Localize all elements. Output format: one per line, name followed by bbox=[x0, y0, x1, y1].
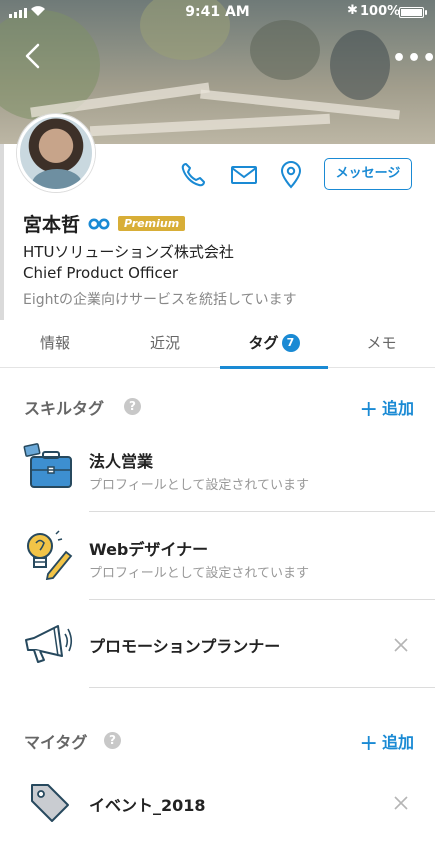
chevron-left-icon[interactable] bbox=[22, 42, 44, 70]
status-bar: 9:41 AM ✱ 100% bbox=[0, 0, 435, 24]
bluetooth-icon: ✱ bbox=[347, 3, 358, 18]
name-row: 宮本哲 Premium bbox=[23, 210, 186, 237]
add-skill-tag-label: 追加 bbox=[381, 399, 414, 418]
help-icon[interactable]: ? bbox=[104, 732, 121, 749]
tab-updates[interactable]: 近況 bbox=[110, 320, 220, 368]
avatar[interactable] bbox=[17, 114, 95, 192]
divider bbox=[89, 511, 435, 512]
message-button[interactable]: メッセージ bbox=[324, 158, 412, 190]
tab-tags-label: タグ bbox=[248, 334, 279, 352]
plus-icon: + bbox=[359, 397, 378, 422]
divider bbox=[89, 599, 435, 600]
profile-title: Chief Product Officer bbox=[23, 264, 179, 282]
phone-icon[interactable] bbox=[178, 160, 208, 190]
lightbulb-pencil-icon bbox=[27, 530, 73, 580]
skill-tags-title: スキルタグ bbox=[24, 399, 105, 418]
battery-percent: 100% bbox=[360, 4, 401, 19]
profile-bio: Eightの企業向けサービスを統括しています bbox=[23, 292, 297, 308]
add-my-tag-button[interactable]: + 追加 bbox=[360, 729, 414, 756]
remove-icon[interactable] bbox=[392, 636, 410, 654]
skill-tag-sub: プロフィールとして設定されています bbox=[89, 566, 309, 581]
skill-tags-header: スキルタグ ? + 追加 bbox=[24, 395, 414, 422]
add-my-tag-label: 追加 bbox=[381, 733, 414, 752]
megaphone-icon bbox=[25, 625, 73, 663]
tag-icon bbox=[31, 784, 69, 822]
tab-bar: 情報 近況 タグ 7 メモ bbox=[0, 320, 435, 369]
help-icon[interactable]: ? bbox=[124, 398, 141, 415]
tab-tags[interactable]: タグ 7 bbox=[220, 320, 328, 369]
battery-icon bbox=[399, 7, 424, 18]
more-options-button[interactable]: ••• bbox=[392, 46, 435, 71]
profile-accent-bar bbox=[0, 144, 4, 320]
my-tags-header: マイタグ ? + 追加 bbox=[24, 729, 414, 756]
tab-memo-label: メモ bbox=[366, 334, 397, 352]
plus-icon: + bbox=[359, 731, 378, 756]
eight-link-icon bbox=[88, 218, 110, 229]
remove-icon[interactable] bbox=[392, 794, 410, 812]
tab-memo[interactable]: メモ bbox=[328, 320, 435, 368]
tab-info-label: 情報 bbox=[39, 334, 70, 352]
skill-tag-name: プロモーションプランナー bbox=[89, 637, 281, 656]
tab-info[interactable]: 情報 bbox=[0, 320, 110, 368]
profile-name: 宮本哲 bbox=[23, 214, 81, 236]
profile-company: HTUソリューションズ株式会社 bbox=[23, 243, 234, 261]
skill-tag-sub: プロフィールとして設定されています bbox=[89, 478, 309, 493]
skill-tag-name: Webデザイナー bbox=[89, 540, 209, 559]
my-tags-title: マイタグ bbox=[24, 733, 88, 752]
battery-tip bbox=[425, 10, 427, 15]
skill-tag-name: 法人営業 bbox=[89, 452, 154, 471]
location-pin-icon[interactable] bbox=[276, 160, 306, 190]
premium-badge: Premium bbox=[118, 216, 186, 231]
tab-tags-count: 7 bbox=[281, 334, 300, 352]
mail-icon[interactable] bbox=[229, 160, 259, 190]
tab-updates-label: 近況 bbox=[149, 334, 180, 352]
my-tag-name: イベント_2018 bbox=[89, 796, 206, 815]
add-skill-tag-button[interactable]: + 追加 bbox=[360, 395, 414, 422]
briefcase-icon bbox=[23, 443, 72, 488]
divider bbox=[89, 687, 435, 688]
